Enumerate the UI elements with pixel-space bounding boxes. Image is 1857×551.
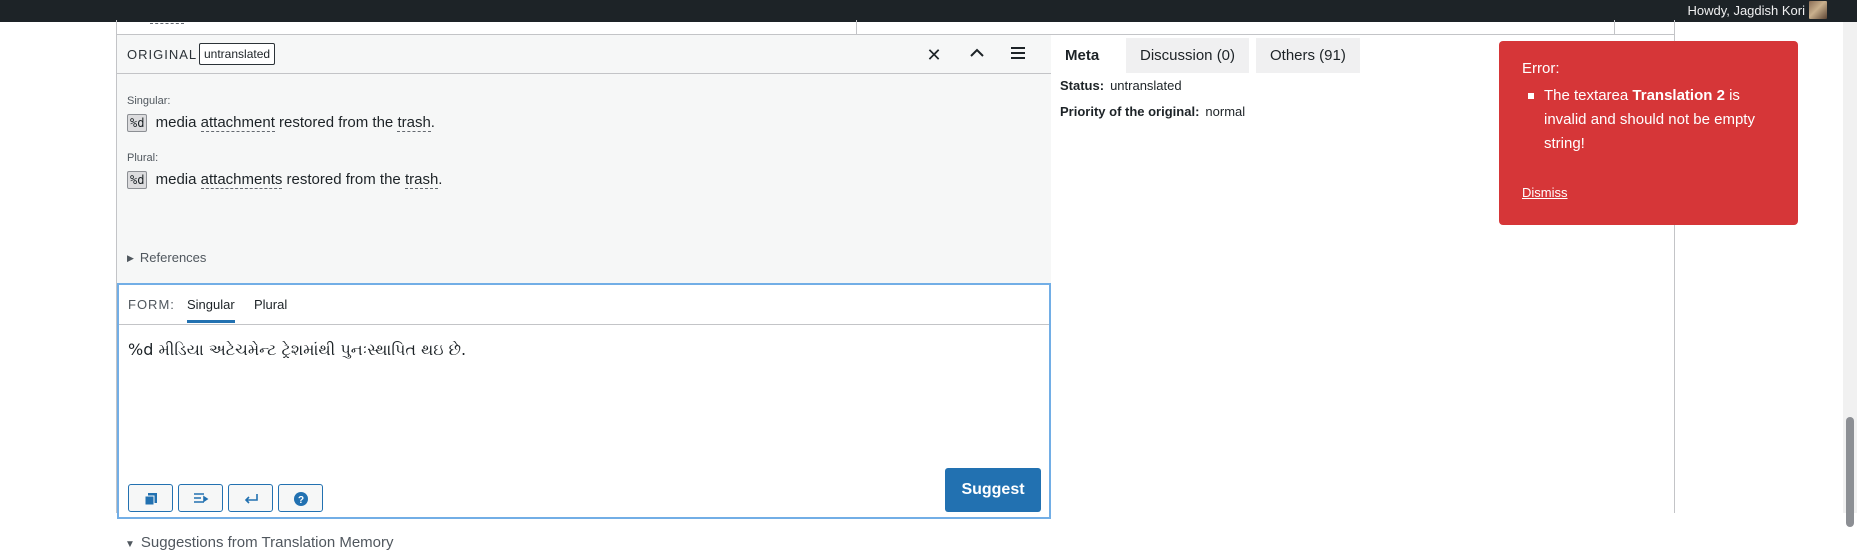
error-message: The textarea Translation 2 is invalid an…: [1522, 84, 1772, 156]
original-plural: %d media attachments restored from the t…: [127, 171, 442, 189]
help-icon: ?: [293, 491, 308, 506]
previous-row-divider: [856, 20, 857, 34]
previous-row: [116, 20, 1675, 34]
meta-priority: Priority of the original: normal: [1060, 104, 1246, 119]
glossary-term[interactable]: trash: [404, 171, 439, 189]
chevron-up-icon[interactable]: [965, 43, 989, 67]
original-body: Singular: %d media attachment restored f…: [117, 74, 1051, 283]
insert-tab-button[interactable]: [178, 484, 223, 512]
form-label: FORM:: [128, 297, 175, 312]
copy-original-button[interactable]: [128, 484, 173, 512]
glossary-term[interactable]: attachments: [200, 171, 283, 189]
translation-editor: ORIGINAL untranslated ✕ Singular: %d med…: [116, 34, 1051, 551]
form-tabs: FORM: Singular Plural: [119, 285, 1049, 325]
tab-plural[interactable]: Plural: [254, 297, 287, 312]
error-list: The textarea Translation 2 is invalid an…: [1522, 84, 1772, 156]
singular-label: Singular:: [127, 95, 171, 107]
admin-bar: Howdy, Jagdish Kori: [0, 0, 1857, 22]
placeholder-badge: %d: [127, 171, 148, 189]
newline-icon: [244, 493, 258, 504]
previous-row-divider: [1614, 20, 1615, 34]
tab-meta[interactable]: Meta: [1051, 38, 1114, 73]
error-title: Error:: [1522, 60, 1560, 77]
close-icon[interactable]: ✕: [922, 43, 946, 67]
tab-singular[interactable]: Singular: [187, 297, 235, 323]
meta-status: Status: untranslated: [1060, 78, 1182, 93]
original-singular: %d media attachment restored from the tr…: [127, 114, 435, 132]
references-toggle[interactable]: ▶ References: [127, 250, 206, 265]
menu-icon[interactable]: [1006, 43, 1030, 67]
translation-textarea[interactable]: %d મીડિયા અટેચમેન્ટ ટ્રેશમાંથી પુનઃસ્થાપ…: [128, 340, 1038, 440]
plural-label: Plural:: [127, 152, 159, 164]
status-badge: untranslated: [199, 43, 276, 65]
insert-icon: [193, 492, 208, 503]
original-label: ORIGINAL: [127, 47, 198, 62]
error-notice: Error: The textarea Translation 2 is inv…: [1499, 41, 1798, 225]
svg-text:?: ?: [297, 495, 303, 506]
translation-form: FORM: Singular Plural %d મીડિયા અટેચમેન્…: [117, 283, 1051, 519]
tab-discussion[interactable]: Discussion (0): [1126, 38, 1250, 73]
previous-row-gloss-underline: [150, 23, 184, 24]
triangle-right-icon: ▶: [127, 253, 134, 263]
avatar[interactable]: [1809, 1, 1827, 19]
triangle-down-icon: ▼: [125, 539, 135, 550]
copy-icon: [144, 492, 157, 506]
glossary-term[interactable]: trash: [397, 114, 431, 132]
dismiss-link[interactable]: Dismiss: [1522, 185, 1568, 200]
glossary-term[interactable]: attachment: [200, 114, 275, 132]
page-scrollbar[interactable]: [1843, 22, 1857, 527]
howdy-greeting[interactable]: Howdy, Jagdish Kori: [1687, 0, 1805, 22]
page-scrollbar-thumb[interactable]: [1846, 417, 1854, 527]
tab-others[interactable]: Others (91): [1256, 38, 1360, 73]
suggest-button[interactable]: Suggest: [945, 468, 1041, 512]
placeholder-badge: %d: [127, 114, 148, 132]
insert-newline-button[interactable]: [228, 484, 273, 512]
original-header: ORIGINAL untranslated ✕: [117, 34, 1051, 74]
help-button[interactable]: ?: [278, 484, 323, 512]
translation-memory-toggle[interactable]: ▼ Suggestions from Translation Memory: [125, 534, 394, 551]
